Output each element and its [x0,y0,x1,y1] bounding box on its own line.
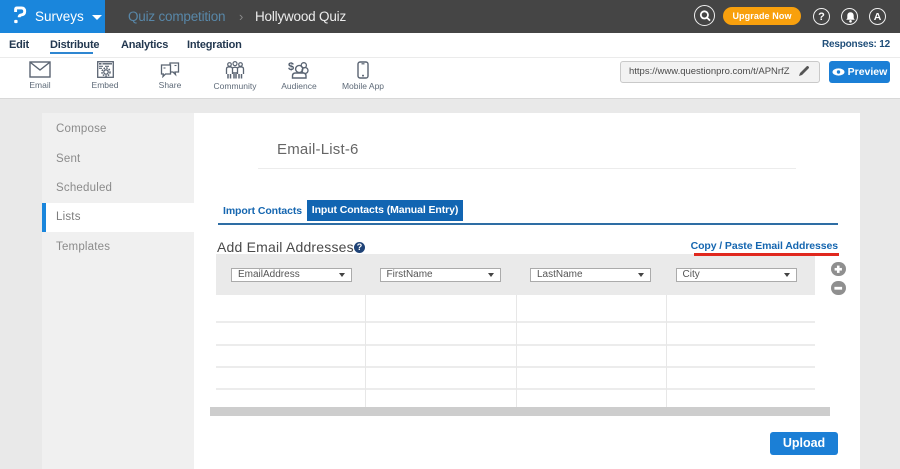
svg-text:$: $ [288,61,294,73]
